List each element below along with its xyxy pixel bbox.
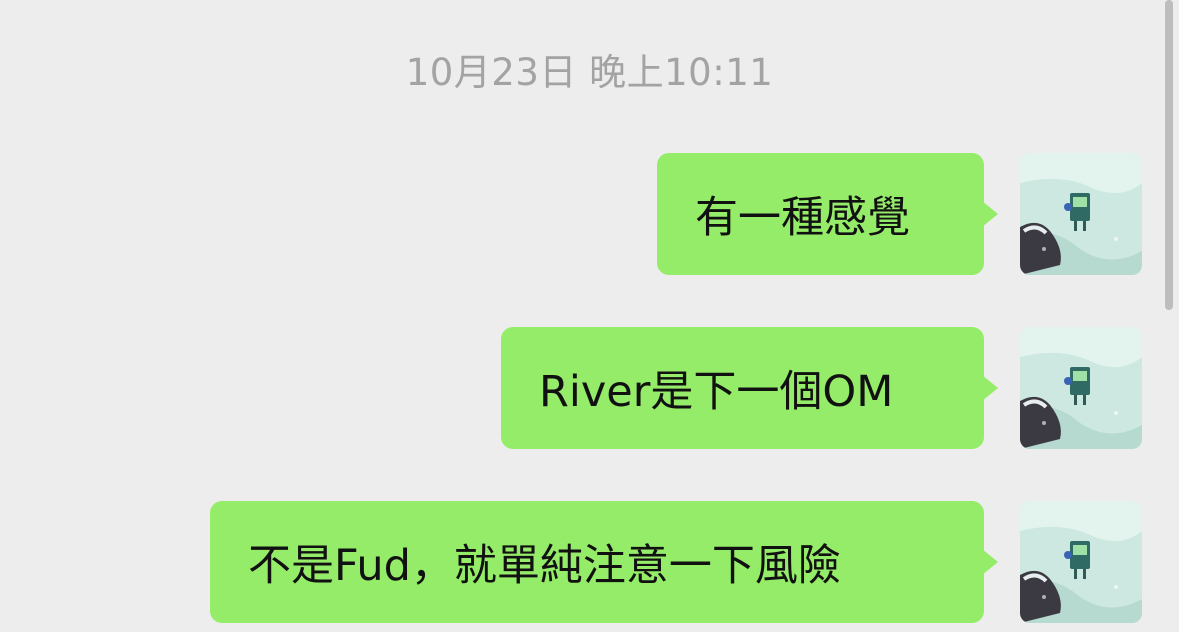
scrollbar[interactable] bbox=[1165, 0, 1173, 310]
message-row: 有一種感覺 bbox=[37, 153, 1142, 275]
bubble-tail bbox=[982, 375, 998, 401]
robot-avatar-icon bbox=[1020, 327, 1142, 449]
robot-avatar-icon bbox=[1020, 153, 1142, 275]
message-text: River是下一個OM bbox=[539, 367, 894, 417]
message-row: 不是Fud，就單純注意一下風險 bbox=[37, 501, 1142, 623]
robot-avatar-icon bbox=[1020, 501, 1142, 623]
message-bubble[interactable]: 不是Fud，就單純注意一下風險 bbox=[210, 501, 998, 623]
message-timestamp: 10月23日 晚上10:11 bbox=[405, 51, 774, 94]
bubble-tail bbox=[982, 201, 998, 227]
message-text: 有一種感覺 bbox=[695, 193, 910, 243]
avatar[interactable] bbox=[1020, 153, 1142, 275]
bubble-tail bbox=[982, 549, 998, 575]
message-bubble[interactable]: River是下一個OM bbox=[501, 327, 998, 449]
message-row: River是下一個OM bbox=[37, 327, 1142, 449]
message-bubble[interactable]: 有一種感覺 bbox=[657, 153, 998, 275]
avatar[interactable] bbox=[1020, 501, 1142, 623]
chat-area[interactable]: 10月23日 晚上10:11 有一種感覺 River是下一個OM 不是Fud，就… bbox=[0, 0, 1179, 632]
message-text: 不是Fud，就單純注意一下風險 bbox=[248, 541, 841, 591]
avatar[interactable] bbox=[1020, 327, 1142, 449]
